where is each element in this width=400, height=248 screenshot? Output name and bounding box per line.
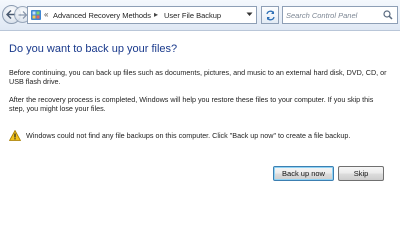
skip-button[interactable]: Skip — [338, 166, 384, 181]
address-bar[interactable]: « Advanced Recovery Methods ▸ User File … — [27, 6, 257, 24]
page-title: Do you want to back up your files? — [9, 43, 178, 55]
forward-icon — [18, 11, 27, 19]
search-box[interactable] — [282, 6, 398, 24]
restore-paragraph: After the recovery process is completed,… — [9, 95, 374, 114]
intro-paragraph: Before continuing, you can back up files… — [9, 68, 387, 87]
back-up-now-button[interactable]: Back up now — [273, 166, 334, 181]
refresh-icon — [266, 10, 275, 21]
warning-message: Windows could not find any file backups … — [26, 131, 351, 140]
breadcrumb-user-file-backup[interactable]: User File Backup — [164, 11, 221, 20]
breadcrumb-separator[interactable]: ▸ — [154, 10, 158, 19]
refresh-button[interactable] — [261, 6, 279, 24]
breadcrumb-advanced-recovery-methods[interactable]: Advanced Recovery Methods — [53, 11, 151, 20]
search-input[interactable] — [286, 8, 380, 22]
search-icon[interactable] — [383, 10, 393, 20]
warning-icon — [9, 130, 21, 141]
control-panel-icon — [31, 10, 41, 20]
dropdown-icon[interactable] — [246, 12, 253, 17]
overflow-chevron[interactable]: « — [44, 10, 48, 19]
address-toolbar: « Advanced Recovery Methods ▸ User File … — [0, 0, 400, 31]
